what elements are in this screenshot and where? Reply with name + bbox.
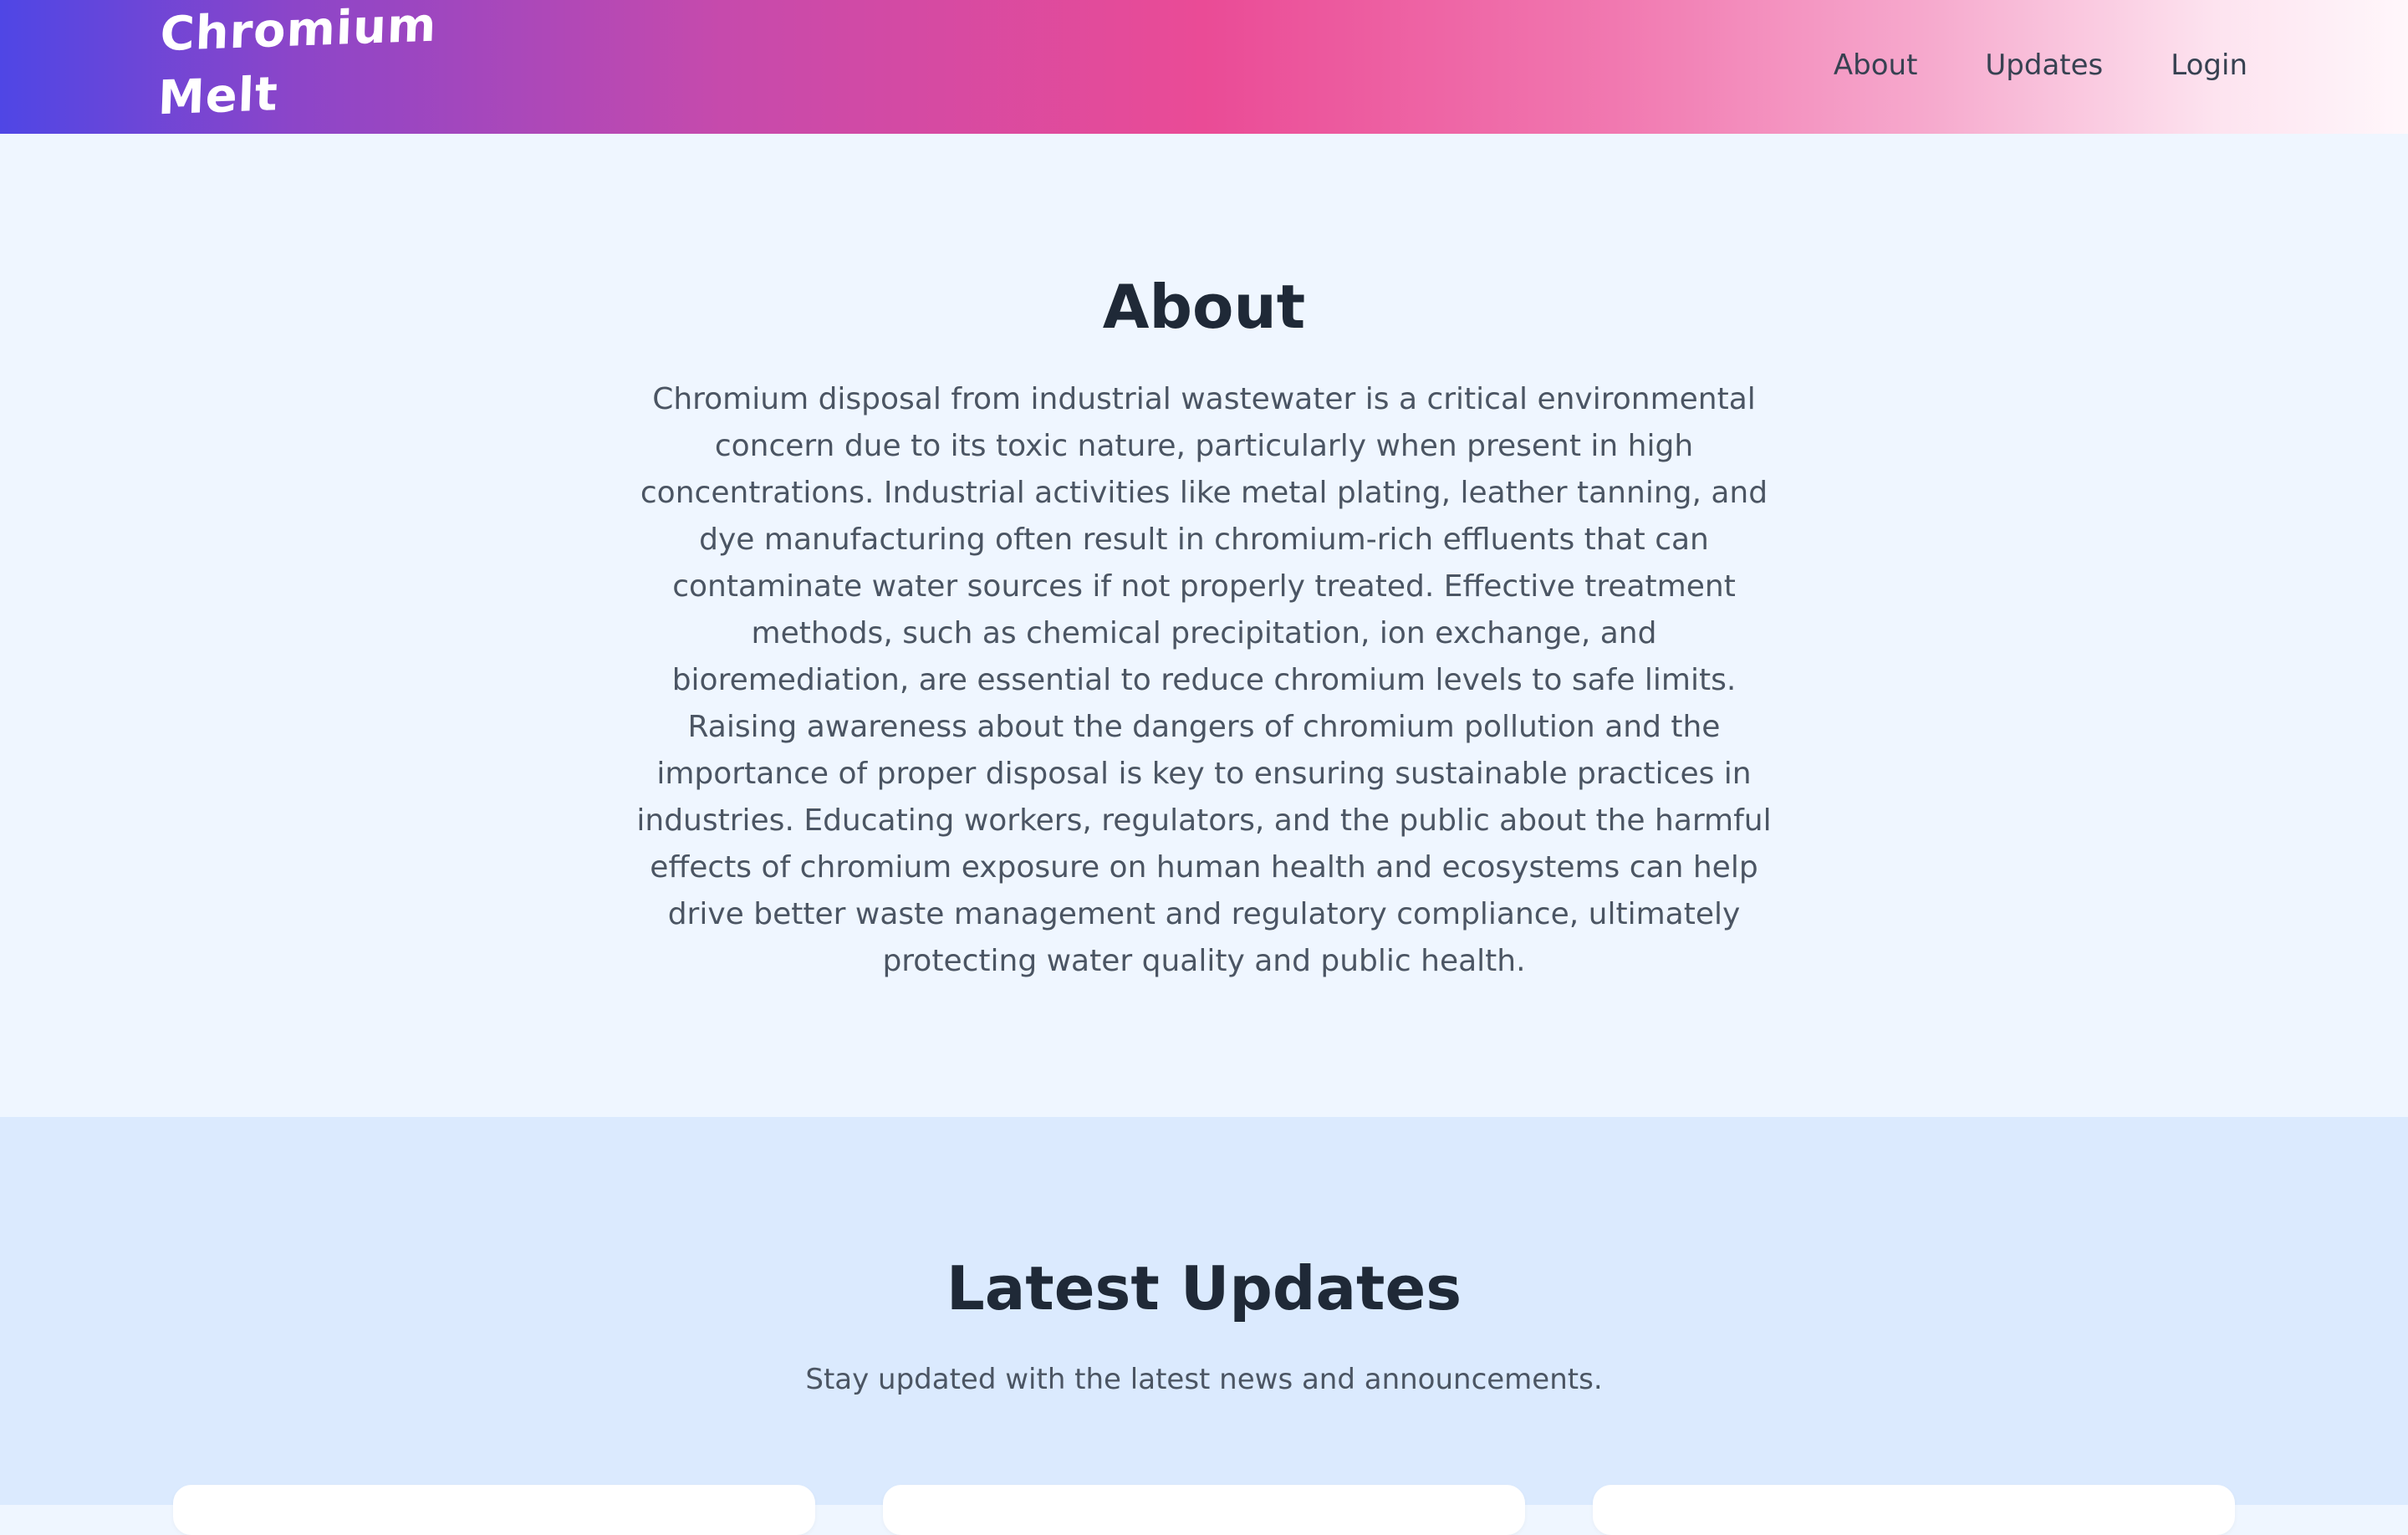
update-card[interactable] (173, 1485, 815, 1535)
brand-line-1: Chromium (159, 0, 438, 63)
nav-link-updates[interactable]: Updates (1985, 47, 2103, 84)
top-navbar: Chromium Melt About Updates Login (0, 0, 2408, 134)
updates-section: Latest Updates Stay updated with the lat… (0, 1117, 2408, 1535)
update-card[interactable] (1593, 1485, 2235, 1535)
nav-link-login[interactable]: Login (2171, 47, 2247, 84)
brand-line-2: Melt (156, 67, 279, 126)
nav-links: About Updates Login (1834, 47, 2247, 84)
update-card[interactable] (883, 1485, 1525, 1535)
about-section: About Chromium disposal from industrial … (0, 134, 2408, 1117)
brand-logo[interactable]: Chromium Melt (156, 0, 438, 130)
nav-link-about[interactable]: About (1834, 47, 1918, 84)
about-paragraph: Chromium disposal from industrial wastew… (636, 382, 1772, 978)
about-heading: About (1102, 272, 1306, 342)
updates-heading: Latest Updates (946, 1253, 1462, 1323)
updates-subtitle: Stay updated with the latest news and an… (805, 1363, 1603, 1396)
